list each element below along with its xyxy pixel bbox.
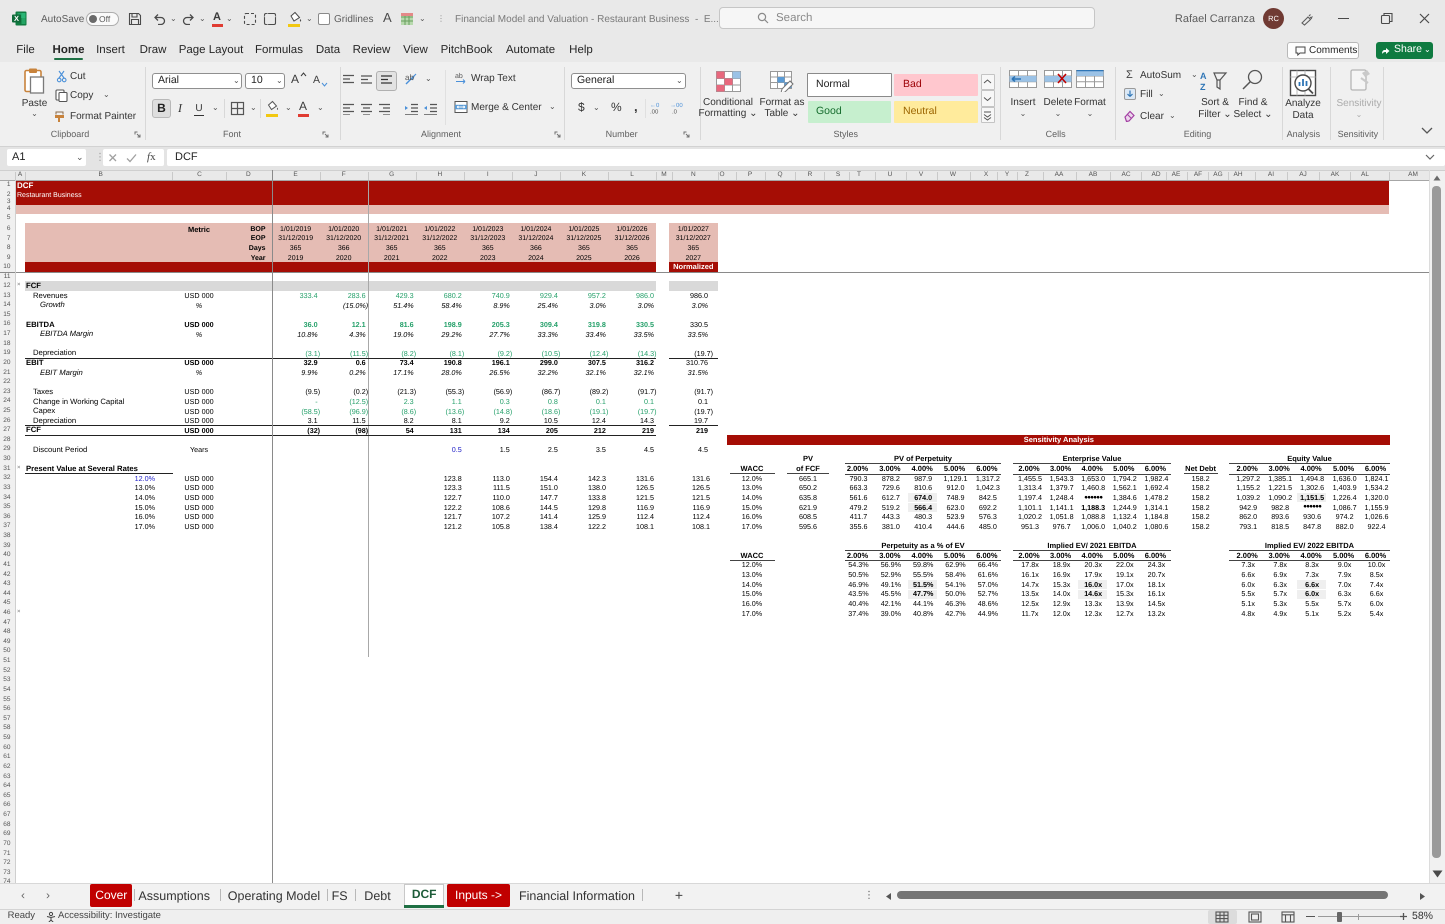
svg-text:←0: ←0 [650,102,660,109]
svg-text:→00: →00 [670,102,683,109]
svg-text:.00: .00 [650,109,659,115]
svg-text:Z: Z [1200,82,1206,91]
svg-text:X: X [14,14,19,23]
svg-text:ab: ab [455,72,463,80]
svg-text:A: A [1200,71,1207,81]
svg-text:ab: ab [405,73,414,82]
svg-text:.0: .0 [672,109,678,115]
